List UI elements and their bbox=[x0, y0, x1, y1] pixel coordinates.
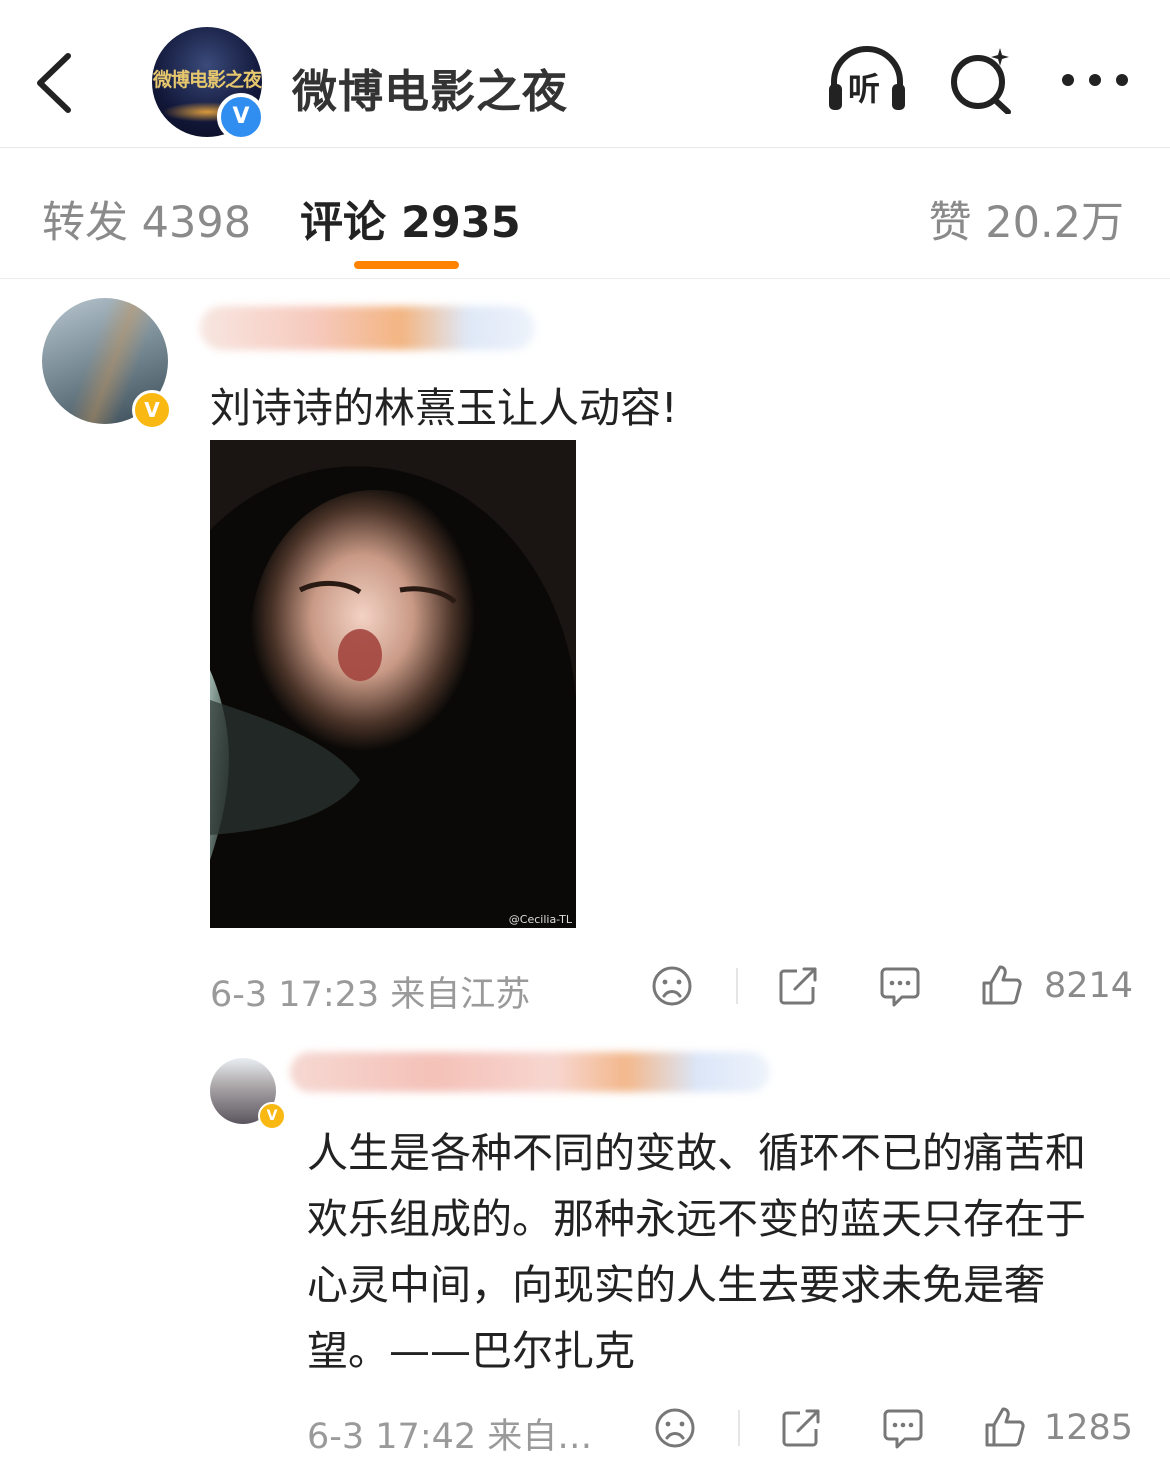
share-icon[interactable] bbox=[777, 965, 819, 1007]
reply-text: 人生是各种不同的变故、循环不已的痛苦和欢乐组成的。那种永远不变的蓝天只存在于心灵… bbox=[307, 1129, 1086, 1375]
active-tab-indicator bbox=[354, 261, 459, 269]
comment-icon[interactable] bbox=[878, 965, 922, 1009]
reply-name-blurred[interactable] bbox=[290, 1052, 770, 1092]
comment-text: 刘诗诗的林熹玉让人动容! bbox=[210, 384, 678, 432]
page-title[interactable]: 微博电影之夜 bbox=[292, 55, 568, 120]
listen-label: 听 bbox=[848, 70, 881, 108]
comment-image[interactable]: @Cecilia-TL bbox=[210, 440, 576, 928]
like-icon[interactable] bbox=[983, 1405, 1027, 1449]
like-icon[interactable] bbox=[980, 963, 1024, 1007]
tab-comment[interactable]: 评论 2935 bbox=[300, 188, 521, 250]
share-icon[interactable] bbox=[780, 1407, 822, 1449]
vip-badge-icon: V bbox=[132, 390, 172, 430]
divider bbox=[738, 1410, 740, 1446]
comment-meta: 6-3 17:23 来自江苏 bbox=[210, 975, 531, 1015]
divider bbox=[736, 968, 738, 1004]
commenter-name-blurred[interactable] bbox=[200, 306, 535, 350]
tab-repost[interactable]: 转发 4398 bbox=[42, 188, 251, 250]
listen-icon[interactable]: 听 bbox=[826, 44, 908, 114]
more-icon[interactable] bbox=[1060, 60, 1130, 100]
like-count: 8214 bbox=[1044, 966, 1134, 1006]
sad-emoji-icon[interactable] bbox=[654, 1407, 696, 1449]
sad-emoji-icon[interactable] bbox=[651, 965, 693, 1007]
like-count: 1285 bbox=[1044, 1408, 1134, 1448]
tab-likes[interactable]: 赞 20.2万 bbox=[929, 188, 1124, 250]
search-icon[interactable] bbox=[948, 44, 1014, 114]
vip-badge-icon: V bbox=[258, 1102, 286, 1130]
avatar-logo-text: 微博电影之夜 bbox=[152, 69, 262, 91]
comment-icon[interactable] bbox=[881, 1407, 925, 1451]
back-icon[interactable] bbox=[30, 48, 80, 118]
verified-badge-icon: V bbox=[217, 93, 265, 141]
reply-meta: 6-3 17:42 来自… bbox=[307, 1417, 593, 1457]
image-watermark: @Cecilia-TL bbox=[508, 913, 572, 926]
